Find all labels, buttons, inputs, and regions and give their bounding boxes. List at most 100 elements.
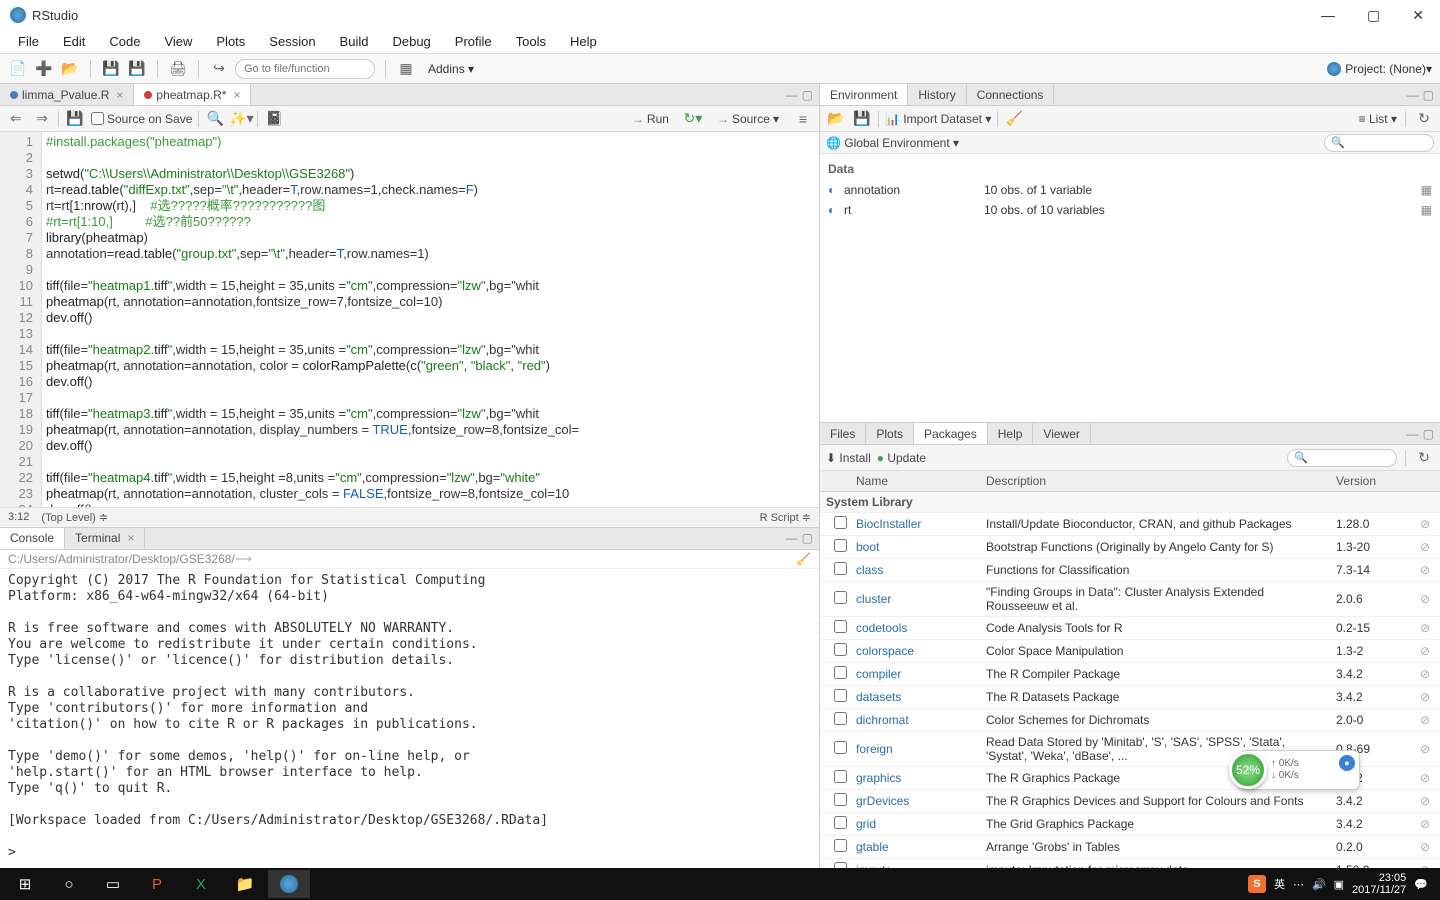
load-workspace-icon[interactable]: 📂	[826, 109, 846, 129]
menu-profile[interactable]: Profile	[445, 32, 502, 51]
remove-pkg-icon[interactable]: ⊘	[1410, 860, 1440, 868]
update-button[interactable]: ● Update	[877, 451, 926, 465]
pkg-name-link[interactable]: boot	[850, 537, 980, 557]
menu-session[interactable]: Session	[259, 32, 325, 51]
sogou-ime-icon[interactable]: S	[1248, 875, 1266, 893]
console-tab[interactable]: Console	[0, 528, 65, 549]
save-workspace-icon[interactable]: 💾	[852, 109, 872, 129]
files-tab[interactable]: Files	[820, 423, 866, 444]
refresh-icon[interactable]: ↻	[1414, 448, 1434, 468]
code-editor[interactable]: 1234567891011121314151617181920212223242…	[0, 132, 819, 507]
connections-tab[interactable]: Connections	[967, 84, 1055, 105]
notifications-icon[interactable]: 💬	[1414, 878, 1428, 891]
pkg-name-link[interactable]: BiocInstaller	[850, 514, 980, 534]
packages-tab[interactable]: Packages	[914, 423, 988, 444]
source-on-save-checkbox[interactable]: Source on Save	[91, 112, 192, 126]
new-file-icon[interactable]: 📄	[8, 59, 28, 79]
close-tab-icon[interactable]: ×	[116, 88, 123, 102]
pkg-checkbox[interactable]	[834, 741, 847, 754]
menu-view[interactable]: View	[154, 32, 202, 51]
file-type[interactable]: R Script ≑	[760, 511, 811, 524]
pkg-name-link[interactable]: class	[850, 560, 980, 580]
col-ver-header[interactable]: Version	[1330, 471, 1410, 491]
task-view-icon[interactable]: ▭	[92, 870, 134, 898]
source-tab-limma[interactable]: limma_Pvalue.R ×	[0, 84, 134, 105]
pkg-name-link[interactable]: compiler	[850, 664, 980, 684]
menu-file[interactable]: File	[8, 32, 49, 51]
remove-pkg-icon[interactable]: ⊘	[1410, 537, 1440, 557]
pkg-checkbox[interactable]	[834, 666, 847, 679]
rerun-icon[interactable]: ↻▾	[683, 109, 703, 129]
notebook-icon[interactable]: 📓	[264, 109, 284, 129]
minimize-pane-icon[interactable]: —	[786, 88, 798, 102]
tray-icon[interactable]: ▣	[1334, 878, 1344, 891]
remove-pkg-icon[interactable]: ⊘	[1410, 641, 1440, 661]
remove-pkg-icon[interactable]: ⊘	[1410, 814, 1440, 834]
plots-tab[interactable]: Plots	[866, 423, 914, 444]
pkg-checkbox[interactable]	[834, 562, 847, 575]
source-button[interactable]: → Source ▾	[711, 110, 785, 128]
remove-pkg-icon[interactable]: ⊘	[1410, 739, 1440, 759]
save-icon[interactable]: 💾	[65, 109, 85, 129]
menu-edit[interactable]: Edit	[53, 32, 95, 51]
minimize-button[interactable]: —	[1315, 7, 1341, 24]
scope-indicator[interactable]: (Top Level) ≑	[41, 511, 108, 524]
remove-pkg-icon[interactable]: ⊘	[1410, 837, 1440, 857]
taskbar-clock[interactable]: 23:05 2017/11/27	[1352, 872, 1406, 896]
forward-icon[interactable]: ⇒	[32, 109, 52, 129]
remove-pkg-icon[interactable]: ⊘	[1410, 687, 1440, 707]
project-label[interactable]: Project: (None) ▾	[1327, 62, 1432, 76]
pkg-name-link[interactable]: grid	[850, 814, 980, 834]
excel-icon[interactable]: X	[180, 870, 222, 898]
clear-console-icon[interactable]: 🧹	[796, 552, 811, 566]
remove-pkg-icon[interactable]: ⊘	[1410, 560, 1440, 580]
volume-icon[interactable]: 🔊	[1312, 878, 1326, 891]
remove-pkg-icon[interactable]: ⊘	[1410, 768, 1440, 788]
open-file-icon[interactable]: 📂	[60, 59, 80, 79]
menu-tools[interactable]: Tools	[506, 32, 556, 51]
maximize-pane-icon[interactable]: ▢	[802, 531, 813, 545]
powerpoint-icon[interactable]: P	[136, 870, 178, 898]
pkg-name-link[interactable]: datasets	[850, 687, 980, 707]
minimize-pane-icon[interactable]: —	[786, 531, 798, 545]
pkg-name-link[interactable]: foreign	[850, 739, 980, 759]
speed-widget[interactable]: 52% ↑ 0K/s ↓ 0K/s ●	[1240, 750, 1360, 790]
env-row[interactable]: ◐rt10 obs. of 10 variables▦	[828, 200, 1432, 220]
save-all-icon[interactable]: 💾	[127, 59, 147, 79]
pkg-checkbox[interactable]	[834, 539, 847, 552]
wand-icon[interactable]: ✨▾	[231, 109, 251, 129]
menu-debug[interactable]: Debug	[382, 32, 440, 51]
goto-file-input[interactable]	[235, 59, 375, 79]
pkg-checkbox[interactable]	[834, 793, 847, 806]
import-dataset-dropdown[interactable]: 📊 Import Dataset ▾	[885, 112, 991, 126]
history-tab[interactable]: History	[908, 84, 966, 105]
pkg-checkbox[interactable]	[834, 712, 847, 725]
col-desc-header[interactable]: Description	[980, 471, 1330, 491]
close-tab-icon[interactable]: ×	[233, 88, 240, 102]
back-icon[interactable]: ⇐	[6, 109, 26, 129]
scope-dropdown[interactable]: 🌐 Global Environment ▾	[826, 136, 959, 150]
pkg-name-link[interactable]: colorspace	[850, 641, 980, 661]
pkg-checkbox[interactable]	[834, 591, 847, 604]
grid-icon[interactable]: ▦	[396, 59, 416, 79]
pkg-name-link[interactable]: dichromat	[850, 710, 980, 730]
print-icon[interactable]: 🖨	[168, 59, 188, 79]
pkg-search-input[interactable]	[1287, 449, 1397, 467]
view-data-icon[interactable]: ▦	[1421, 203, 1432, 217]
col-name-header[interactable]: Name	[850, 471, 980, 491]
maximize-pane-icon[interactable]: ▢	[1423, 427, 1434, 441]
addins-dropdown[interactable]: Addins ▾	[422, 60, 480, 78]
goto-icon[interactable]: ↪	[209, 59, 229, 79]
environment-tab[interactable]: Environment	[820, 84, 908, 105]
env-row[interactable]: ◐annotation10 obs. of 1 variable▦	[828, 180, 1432, 200]
run-button[interactable]: → Run	[626, 110, 675, 128]
close-tab-icon[interactable]: ×	[127, 531, 134, 545]
clear-env-icon[interactable]: 🧹	[1004, 109, 1024, 129]
pkg-name-link[interactable]: graphics	[850, 768, 980, 788]
pkg-name-link[interactable]: gtable	[850, 837, 980, 857]
menu-help[interactable]: Help	[560, 32, 607, 51]
env-search-input[interactable]	[1324, 134, 1434, 152]
pkg-name-link[interactable]: impute	[850, 860, 980, 868]
menu-plots[interactable]: Plots	[206, 32, 255, 51]
maximize-pane-icon[interactable]: ▢	[802, 88, 813, 102]
